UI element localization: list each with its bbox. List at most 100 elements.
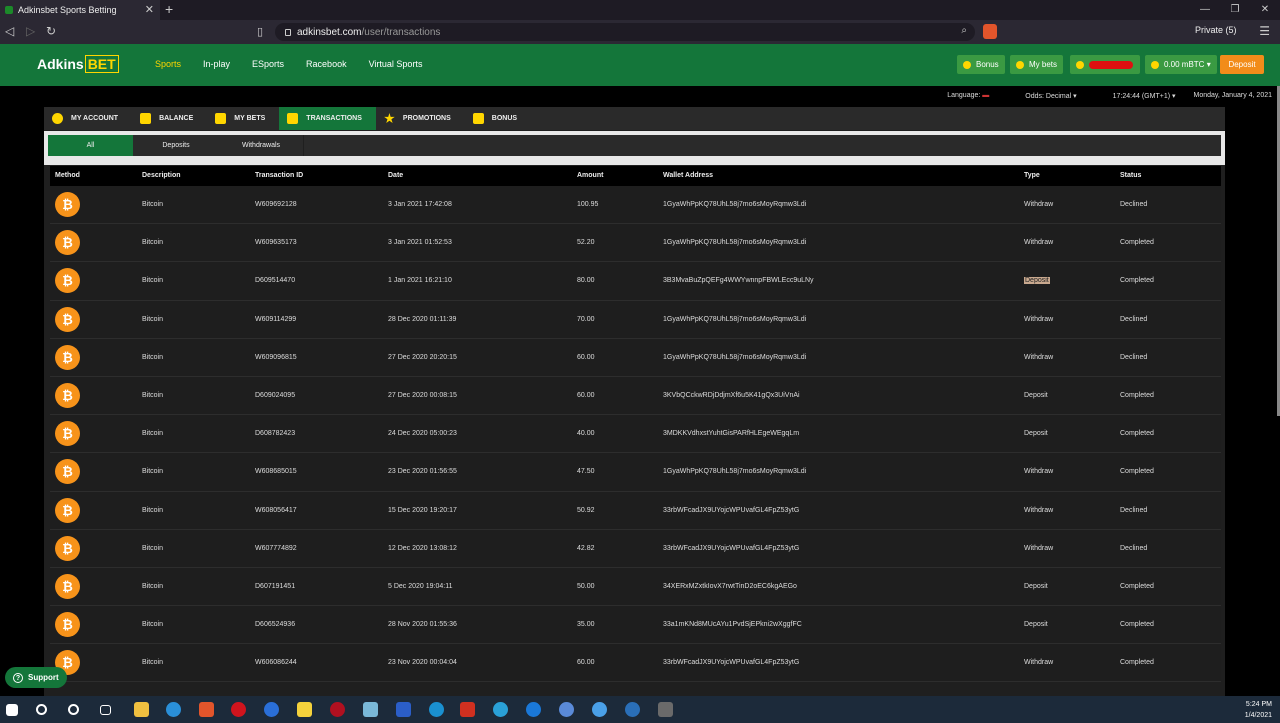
app-blue-icon[interactable]	[625, 702, 640, 717]
app-shield-icon[interactable]	[592, 702, 607, 717]
cell-status: Declined	[1120, 544, 1148, 552]
nav-racebook[interactable]: Racebook	[306, 59, 347, 69]
cell-type: Withdraw	[1024, 544, 1054, 552]
language-selector[interactable]: Language: ▬	[929, 92, 989, 100]
cell-wallet: 3KVbQCckwRDjDdjmXf6u5K41gQx3UiVnAi	[663, 391, 800, 399]
nav-virtual-sports[interactable]: Virtual Sports	[369, 59, 423, 69]
cell-date: 15 Dec 2020 19:20:17	[388, 506, 457, 514]
cell-date: 23 Nov 2020 00:04:04	[388, 659, 457, 667]
table-row: ₿ Bitcoin W609114299 28 Dec 2020 01:11:39 70…	[50, 300, 1221, 339]
system-clock[interactable]: 5:24 PM 1/4/2021	[1245, 699, 1272, 721]
cell-wallet: 33rbWFcadJX9UYojcWPUvafGL4FpZ53ytG	[663, 659, 800, 667]
site-logo[interactable]: Adkins BET	[37, 55, 119, 73]
brave-icon[interactable]	[199, 702, 214, 717]
table-row: ₿ Bitcoin D608782423 24 Dec 2020 05:00:23 40…	[50, 415, 1221, 454]
teamviewer-icon[interactable]	[526, 702, 541, 717]
bitcoin-icon: ₿	[55, 192, 80, 217]
back-icon[interactable]: ◁	[5, 24, 14, 38]
tab-my-bets[interactable]: MY BETS	[207, 107, 279, 130]
tab-my-account[interactable]: MY ACCOUNT	[44, 107, 132, 130]
cell-type: Withdraw	[1024, 659, 1054, 667]
notes-icon[interactable]	[297, 702, 312, 717]
tab-transactions[interactable]: TRANSACTIONS	[279, 107, 376, 130]
bank-icon	[140, 113, 152, 124]
search-icon[interactable]	[36, 704, 47, 715]
close-window-icon[interactable]: ✕	[1250, 0, 1280, 20]
balance-button[interactable]: 0.00 mBTC ▾	[1145, 55, 1217, 74]
file-explorer-icon[interactable]	[134, 702, 149, 717]
cell-desc: Bitcoin	[142, 621, 164, 629]
app-globe-icon[interactable]	[429, 702, 444, 717]
tab-label: PROMOTIONS	[402, 115, 451, 122]
filter-tabs: All Deposits Withdrawals	[48, 135, 1221, 156]
cell-status: Completed	[1120, 582, 1154, 590]
tab-bonus[interactable]: BONUS	[465, 107, 531, 130]
search-icon[interactable]: ⌕	[961, 25, 967, 36]
table-row: ₿ Bitcoin W609635173 3 Jan 2021 01:52:53 52.…	[50, 224, 1221, 263]
support-button[interactable]: ? Support	[5, 667, 67, 688]
cell-id: D607191451	[255, 582, 296, 590]
windows-start-icon[interactable]	[6, 704, 18, 716]
nav-sports[interactable]: Sports	[155, 59, 181, 69]
redacted-username	[1089, 60, 1133, 69]
minimize-icon[interactable]: —	[1190, 0, 1220, 20]
my-bets-button[interactable]: My bets	[1010, 55, 1064, 74]
bookmark-icon[interactable]: ▯	[257, 25, 263, 38]
cell-wallet: 3MDKKVdhxstYuhtGisPARfHLEgeWEgqLm	[663, 430, 800, 438]
cortana-icon[interactable]	[68, 704, 79, 715]
filter-all[interactable]: All	[48, 135, 133, 156]
cell-status: Completed	[1120, 430, 1154, 438]
filter-deposits[interactable]: Deposits	[133, 135, 219, 156]
window-controls: — ❐ ✕	[1190, 0, 1280, 20]
app-c-icon[interactable]	[264, 702, 279, 717]
table-row: ₿ Bitcoin W608056417 15 Dec 2020 19:20:17 50…	[50, 491, 1221, 530]
nav-in-play[interactable]: In-play	[203, 59, 230, 69]
filter-withdrawals[interactable]: Withdrawals	[219, 135, 304, 156]
opera-icon[interactable]	[231, 702, 246, 717]
task-view-icon[interactable]	[100, 705, 111, 715]
tab-promotions[interactable]: PROMOTIONS	[376, 107, 465, 130]
cell-id: W606086244	[255, 659, 297, 667]
cell-date: 27 Dec 2020 00:08:15	[388, 391, 457, 399]
bonus-button[interactable]: Bonus	[957, 55, 1005, 74]
table-row: ₿ Bitcoin D606524936 28 Nov 2020 01:55:36 35…	[50, 606, 1221, 645]
edge-icon[interactable]	[166, 702, 181, 717]
private-window-label[interactable]: Private (5)	[1195, 25, 1237, 35]
brave-shield-icon[interactable]	[983, 24, 997, 39]
word-icon[interactable]	[396, 702, 411, 717]
calculator-icon[interactable]	[658, 702, 673, 717]
tab-balance[interactable]: BALANCE	[132, 107, 207, 130]
close-tab-icon[interactable]: ✕	[145, 3, 154, 16]
cell-type: Withdraw	[1024, 201, 1054, 208]
browser-menu-icon[interactable]: ☰	[1259, 24, 1270, 38]
new-tab-icon[interactable]: +	[165, 1, 173, 17]
time-selector[interactable]: 17:24:44 (GMT+1) ▾	[1095, 92, 1176, 100]
bitcoin-icon: ₿	[55, 382, 80, 408]
user-account-button[interactable]	[1070, 55, 1140, 74]
deposit-button[interactable]: Deposit	[1220, 55, 1264, 74]
cell-wallet: 3B3MvaBuZpQEFg4WWYwnnpFBWLEcc9uLNy	[663, 277, 814, 285]
cell-wallet: 1GyaWhPpKQ78UhL58j7mo6sMoyRqmw3Ldi	[663, 468, 807, 476]
tab-label: BONUS	[491, 115, 518, 122]
odds-selector[interactable]: Odds: Decimal ▾	[1007, 92, 1076, 100]
browser-tab[interactable]: Adkinsbet Sports Betting ✕	[0, 0, 160, 20]
col-description: Description	[142, 172, 181, 179]
app-cube-icon[interactable]	[363, 702, 378, 717]
url-field[interactable]: adkinsbet.com/user/transactions ⌕	[275, 23, 975, 41]
bets-icon	[1016, 60, 1024, 69]
time-label: 17:24:44 (GMT+1)	[1112, 93, 1171, 100]
maximize-icon[interactable]: ❐	[1220, 0, 1250, 20]
telegram-icon[interactable]	[493, 702, 508, 717]
chat-icon[interactable]	[559, 702, 574, 717]
nav-esports[interactable]: ESports	[252, 59, 284, 69]
app-active-icon[interactable]	[460, 702, 475, 717]
cell-desc: Bitcoin	[142, 506, 164, 514]
table-row: ₿ Bitcoin D609024095 27 Dec 2020 00:08:15 60…	[50, 376, 1221, 416]
app-red-icon[interactable]	[330, 702, 345, 717]
forward-icon[interactable]: ▷	[26, 24, 35, 38]
clock-date: 1/4/2021	[1244, 712, 1272, 719]
gift-icon	[472, 113, 484, 124]
reload-icon[interactable]: ↻	[46, 24, 56, 38]
cell-id: W609692128	[255, 201, 297, 208]
cell-type: Deposit	[1024, 391, 1048, 399]
